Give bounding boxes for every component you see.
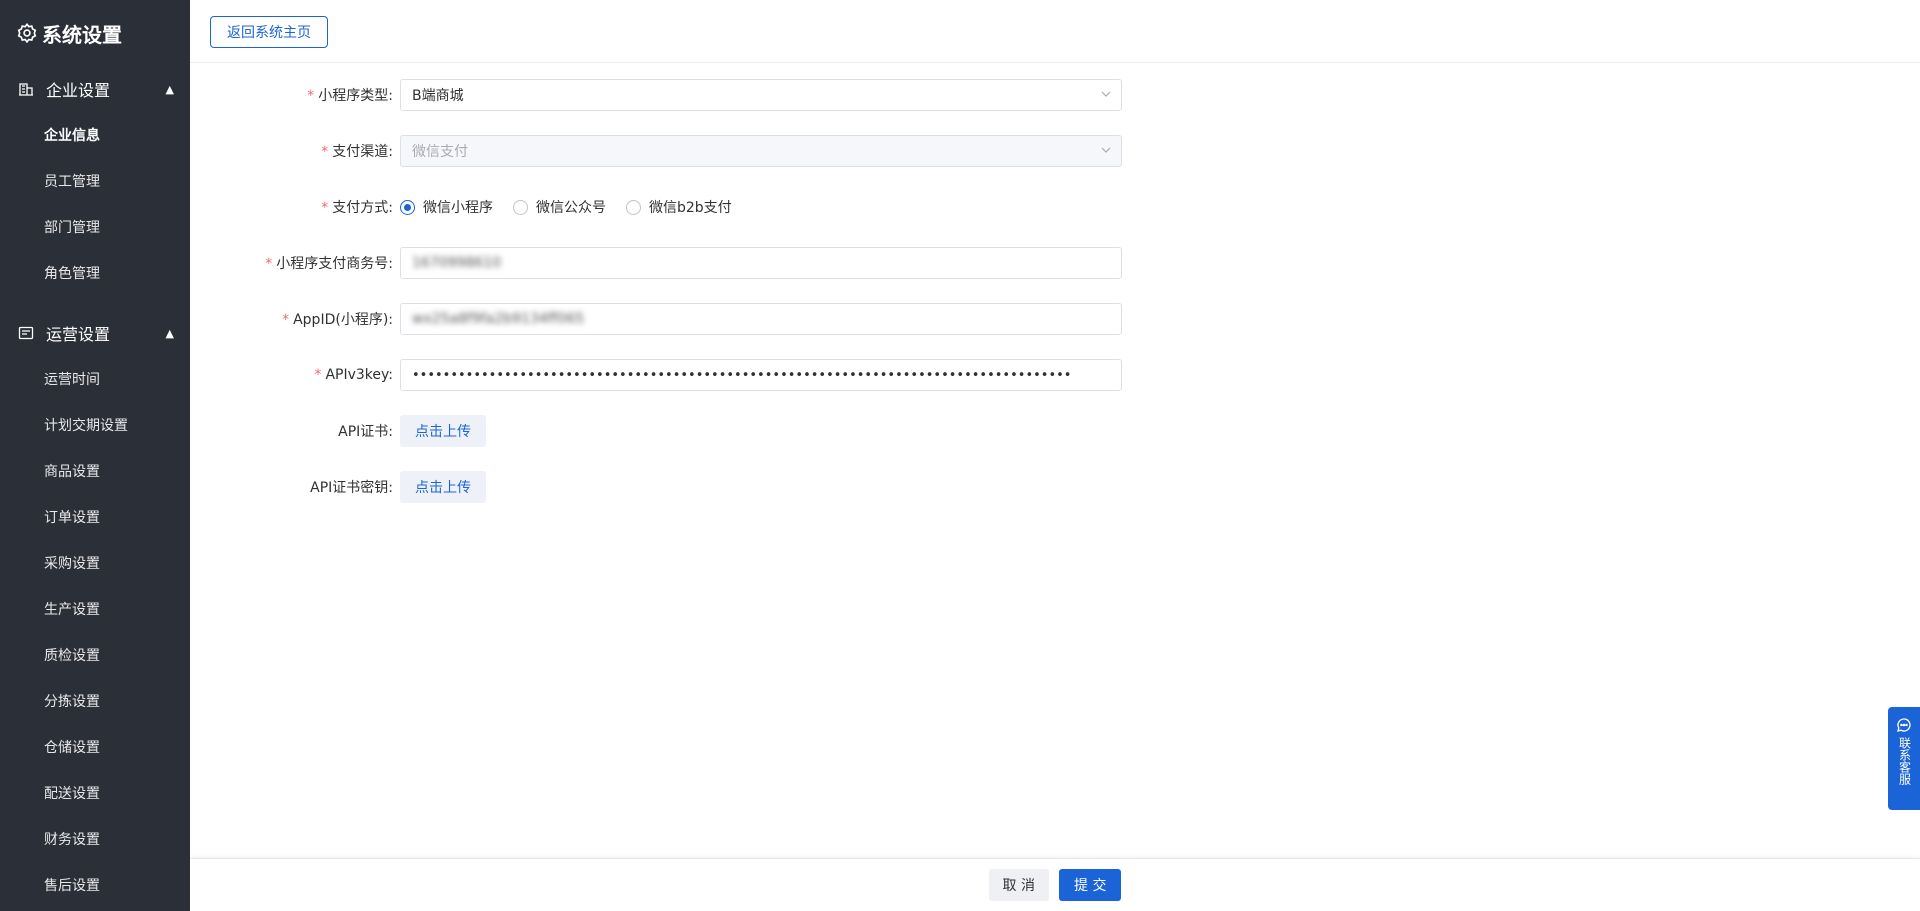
sidebar-item-after-sales[interactable]: 售后设置 — [0, 862, 190, 908]
input-value: 1670998610 — [412, 255, 502, 271]
sidebar-item-operation-time[interactable]: 运营时间 — [0, 356, 190, 402]
pay-method-radio-group: 微信小程序 微信公众号 微信b2b支付 — [400, 197, 752, 217]
sidebar-item-staff[interactable]: 员工管理 — [0, 158, 190, 204]
chevron-up-icon: ▲ — [165, 326, 174, 340]
field-label: API证书密钥: — [310, 480, 393, 496]
group-label: 运营设置 — [46, 325, 111, 344]
field-label: * APIv3key: — [314, 367, 393, 383]
sidebar-item-roles[interactable]: 角色管理 — [0, 250, 190, 296]
row-merchant-id: * 小程序支付商务号: 1670998610 — [190, 247, 1122, 279]
form-footer: 取 消 提 交 — [190, 858, 1920, 911]
row-api-cert-key: API证书密钥: 点击上传 — [190, 471, 486, 503]
radio-label: 微信b2b支付 — [649, 200, 732, 216]
required-mark: * — [307, 88, 315, 104]
contact-service-label: 联系客服 — [1897, 737, 1912, 785]
sidebar-item-goods[interactable]: 商品设置 — [0, 448, 190, 494]
required-mark: * — [321, 200, 329, 216]
sidebar-item-delivery[interactable]: 配送设置 — [0, 770, 190, 816]
select-value: B端商城 — [412, 88, 464, 104]
row-pay-method: * 支付方式: 微信小程序 微信公众号 微信b2b支付 — [190, 191, 752, 223]
list-card-icon — [18, 326, 34, 340]
radio-dot — [513, 199, 528, 215]
chevron-down-icon — [1101, 91, 1111, 97]
group-label: 企业设置 — [46, 81, 111, 100]
sidebar-item-finance[interactable]: 财务设置 — [0, 816, 190, 862]
sidebar-item-warehouse[interactable]: 仓储设置 — [0, 724, 190, 770]
submit-button[interactable]: 提 交 — [1059, 869, 1122, 901]
mini-program-type-select[interactable]: B端商城 — [400, 79, 1122, 111]
api-cert-upload-button[interactable]: 点击上传 — [400, 415, 486, 447]
sidebar-title: 系统设置 — [42, 22, 122, 47]
sidebar-item-purchase[interactable]: 采购设置 — [0, 540, 190, 586]
field-label: * 支付渠道: — [321, 144, 393, 160]
row-mini-program-type: * 小程序类型: B端商城 — [190, 79, 1122, 111]
gear-icon — [17, 22, 37, 44]
back-to-home-button[interactable]: 返回系统主页 — [210, 16, 328, 48]
field-label: * AppID(小程序): — [282, 312, 393, 328]
radio-wechat-official-account[interactable]: 微信公众号 — [513, 197, 606, 217]
input-value: wx25a8f9fa2b9134ff065 — [412, 311, 585, 327]
radio-label: 微信小程序 — [423, 200, 493, 216]
select-value: 微信支付 — [412, 144, 468, 160]
required-mark: * — [282, 312, 290, 328]
divider — [0, 296, 190, 310]
chat-bubble-icon — [1897, 718, 1911, 732]
top-bar: 返回系统主页 — [190, 0, 1920, 63]
row-api-cert: API证书: 点击上传 — [190, 415, 486, 447]
field-label: * 支付方式: — [321, 200, 393, 216]
row-pay-channel: * 支付渠道: 微信支付 — [190, 135, 1122, 167]
required-mark: * — [321, 144, 329, 160]
radio-label: 微信公众号 — [536, 200, 606, 216]
sidebar-item-sorting[interactable]: 分拣设置 — [0, 678, 190, 724]
sidebar-item-production[interactable]: 生产设置 — [0, 586, 190, 632]
row-api-v3-key: * APIv3key: •••••••••••••••••••••••••••••… — [190, 359, 1122, 391]
api-cert-key-upload-button[interactable]: 点击上传 — [400, 471, 486, 503]
contact-service-tab[interactable]: 联系客服 — [1888, 707, 1920, 810]
field-label: API证书: — [338, 424, 393, 440]
chevron-down-icon — [1101, 147, 1111, 153]
group-operation-settings[interactable]: 运营设置 ▲ — [0, 310, 190, 356]
pay-channel-select: 微信支付 — [400, 135, 1122, 167]
required-mark: * — [265, 256, 273, 272]
required-mark: * — [314, 367, 322, 383]
merchant-id-input[interactable]: 1670998610 — [400, 247, 1122, 279]
sidebar-item-quality[interactable]: 质检设置 — [0, 632, 190, 678]
building-icon — [19, 83, 33, 96]
row-app-id: * AppID(小程序): wx25a8f9fa2b9134ff065 — [190, 303, 1122, 335]
sidebar-item-orders[interactable]: 订单设置 — [0, 494, 190, 540]
sidebar-item-department[interactable]: 部门管理 — [0, 204, 190, 250]
cancel-button[interactable]: 取 消 — [988, 869, 1049, 901]
radio-wechat-b2b-pay[interactable]: 微信b2b支付 — [626, 197, 732, 217]
brand: 系统设置 — [0, 0, 190, 66]
sidebar-item-delivery-plan[interactable]: 计划交期设置 — [0, 402, 190, 448]
chevron-up-icon: ▲ — [165, 82, 174, 96]
sidebar: 系统设置 企业设置 ▲ 企业信息 员工管理 部门管理 角色管理 运营设置 ▲ 运… — [0, 0, 190, 911]
input-value: ••••••••••••••••••••••••••••••••••••••••… — [412, 367, 1072, 383]
radio-dot — [400, 199, 415, 215]
field-label: * 小程序支付商务号: — [265, 256, 393, 272]
sidebar-item-enterprise-info[interactable]: 企业信息 — [0, 112, 190, 158]
radio-dot — [626, 199, 641, 215]
group-enterprise-settings[interactable]: 企业设置 ▲ — [0, 66, 190, 112]
field-label: * 小程序类型: — [307, 88, 393, 104]
radio-wechat-mini-program[interactable]: 微信小程序 — [400, 197, 493, 217]
app-id-input[interactable]: wx25a8f9fa2b9134ff065 — [400, 303, 1122, 335]
api-v3-key-input[interactable]: ••••••••••••••••••••••••••••••••••••••••… — [400, 359, 1122, 391]
